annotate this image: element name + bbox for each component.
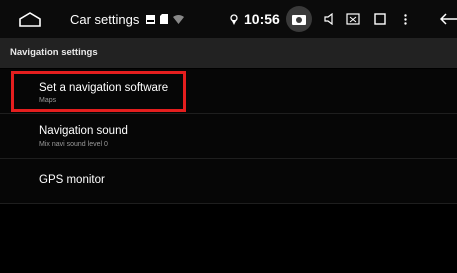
list-item-title: Navigation sound (39, 125, 128, 137)
location-icon (230, 0, 238, 38)
volume-icon[interactable] (324, 0, 336, 38)
window-title: Car settings (70, 11, 140, 27)
image-icon (146, 0, 155, 38)
list-item-subtitle: Mix navi sound level 0 (39, 141, 108, 148)
more-icon[interactable] (404, 0, 407, 38)
recents-icon[interactable] (374, 0, 386, 38)
section-header: Navigation settings (0, 38, 457, 68)
screenshot-icon[interactable] (346, 0, 360, 38)
sd-card-icon (160, 0, 168, 38)
section-header-label: Navigation settings (10, 47, 98, 58)
back-icon[interactable] (440, 0, 457, 38)
highlight-box (11, 71, 186, 112)
camera-icon[interactable] (286, 0, 312, 38)
list-item-gps-monitor[interactable]: GPS monitor (0, 159, 457, 203)
home-icon[interactable] (18, 0, 42, 38)
list-item-navigation-sound[interactable]: Navigation sound Mix navi sound level 0 (0, 114, 457, 158)
divider (0, 203, 457, 204)
status-bar: Car settings 10:56 (0, 0, 457, 38)
wifi-icon (173, 0, 184, 38)
clock: 10:56 (244, 11, 280, 27)
list-item-title: GPS monitor (39, 174, 105, 186)
